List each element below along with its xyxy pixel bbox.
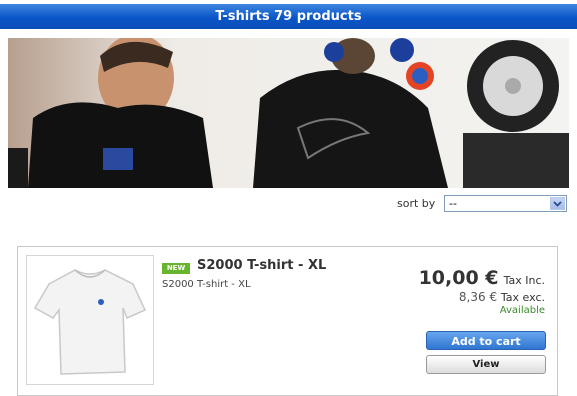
price-excl: 8,36 € Tax exc. [459, 290, 545, 304]
product-name-link[interactable]: S2000 T-shirt - XL [197, 258, 326, 273]
sort-row: sort by -- [0, 194, 577, 216]
sort-selected-value: -- [449, 197, 457, 210]
tax-inc-label: Tax Inc. [503, 274, 545, 287]
chevron-down-icon[interactable] [550, 197, 565, 210]
product-thumbnail[interactable] [26, 255, 154, 385]
sort-label: sort by [397, 197, 436, 210]
availability-status: Available [499, 305, 545, 316]
tshirt-image [33, 269, 146, 375]
product-description: S2000 T-shirt - XL [162, 279, 251, 290]
category-title: T-shirts 79 products [215, 9, 362, 24]
view-button[interactable]: View [426, 355, 546, 374]
price-value: 10,00 € [418, 267, 499, 289]
tax-exc-label: Tax exc. [500, 291, 545, 304]
sort-select[interactable]: -- [444, 195, 567, 212]
add-to-cart-button[interactable]: Add to cart [426, 331, 546, 350]
new-badge: NEW [162, 263, 190, 274]
price-incl: 10,00 € Tax Inc. [419, 267, 545, 289]
price-excl-value: 8,36 € [458, 290, 498, 304]
category-banner-image [8, 38, 569, 188]
banner-illustration [8, 38, 569, 188]
category-title-bar: T-shirts 79 products [0, 4, 577, 29]
product-list-item: NEW S2000 T-shirt - XL S2000 T-shirt - X… [17, 246, 558, 396]
